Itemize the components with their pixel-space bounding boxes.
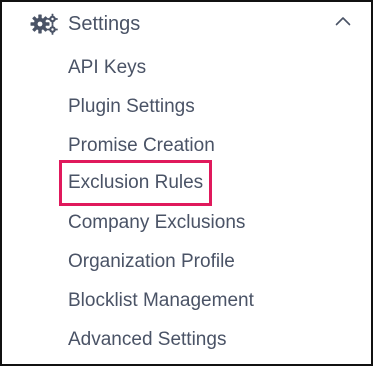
settings-section-header[interactable]: Settings bbox=[2, 4, 371, 44]
chevron-up-icon[interactable] bbox=[335, 16, 351, 26]
menu-item-plugin-settings[interactable]: Plugin Settings bbox=[68, 93, 195, 121]
menu-item-promise-creation[interactable]: Promise Creation bbox=[68, 132, 215, 160]
menu-item-company-exclusions[interactable]: Company Exclusions bbox=[68, 209, 245, 237]
menu-item-api-keys[interactable]: API Keys bbox=[68, 54, 146, 82]
settings-section-title: Settings bbox=[68, 13, 141, 35]
gears-icon bbox=[30, 13, 58, 35]
menu-item-advanced-settings[interactable]: Advanced Settings bbox=[68, 326, 226, 354]
menu-item-exclusion-rules[interactable]: Exclusion Rules bbox=[58, 160, 213, 206]
menu-item-organization-profile[interactable]: Organization Profile bbox=[68, 248, 235, 276]
settings-menu-panel: Settings API Keys Plugin Settings Promis… bbox=[0, 0, 373, 366]
menu-item-blocklist-management[interactable]: Blocklist Management bbox=[68, 287, 254, 315]
